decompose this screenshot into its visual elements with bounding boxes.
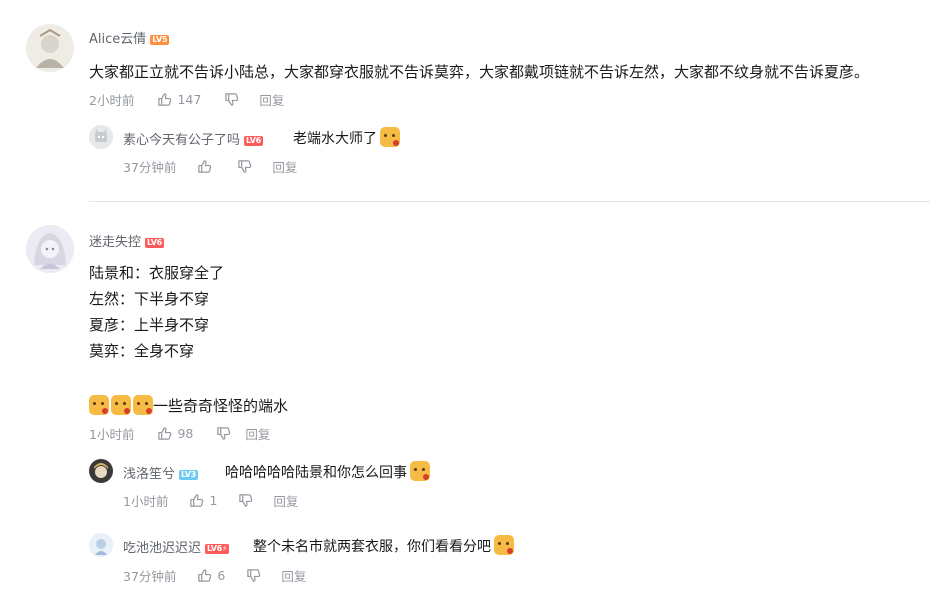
doge-emoji-icon [410, 461, 430, 481]
thumb-up-icon[interactable] [188, 493, 204, 509]
reply-actions: 37分钟前 回复 [123, 157, 297, 176]
comment-text: 大家都正立就不告诉小陆总，大家都穿衣服就不告诉莫弈，大家都戴项链就不告诉左然，大… [89, 63, 870, 81]
comment-actions: 2小时前 147 回复 [89, 90, 284, 109]
reply-button[interactable]: 回复 [272, 157, 297, 176]
doge-emoji-icon [133, 395, 153, 415]
reply-text-content: 老端水大师了 [293, 131, 377, 147]
reply-time: 37分钟前 [123, 160, 177, 175]
like-count: 147 [177, 92, 202, 107]
comment-username[interactable]: 迷走失控 LV6 [89, 231, 164, 250]
thumb-up-icon[interactable] [196, 159, 212, 175]
thumb-down-icon[interactable] [237, 493, 253, 509]
reply-username[interactable]: 素心今天有公子了吗 LV6 [123, 129, 263, 148]
comment-time: 2小时前 [89, 93, 135, 108]
thumb-down-icon[interactable] [245, 568, 261, 584]
avatar[interactable] [26, 225, 74, 273]
like-count: 1 [209, 493, 218, 508]
username-text[interactable]: 素心今天有公子了吗 [123, 133, 240, 148]
reply-text: 整个未名市就两套衣服，你们看看分吧 [253, 535, 514, 556]
doge-emoji-icon [111, 395, 131, 415]
like-count: 6 [217, 568, 226, 583]
thumb-down-icon[interactable] [215, 426, 231, 442]
reply-text: 老端水大师了 [293, 127, 400, 148]
reply-actions: 1小时前 1 回复 [123, 491, 298, 510]
username-text[interactable]: 浅洛笙兮 [123, 467, 175, 482]
comment-last-line-text: 一些奇奇怪怪的端水 [153, 397, 289, 415]
comment-line: 左然：下半身不穿 [89, 290, 210, 308]
comment-username[interactable]: Alice云倩 LV5 [89, 28, 170, 47]
avatar[interactable] [89, 459, 113, 483]
avatar[interactable] [89, 125, 113, 149]
doge-emoji-icon [380, 127, 400, 147]
doge-emoji-icon [494, 535, 514, 555]
level-badge: LV6 [145, 237, 164, 248]
reply-text-content: 整个未名市就两套衣服，你们看看分吧 [253, 539, 491, 555]
comment-line: 夏彦：上半身不穿 [89, 316, 210, 334]
username-text[interactable]: 迷走失控 [89, 235, 141, 250]
reply-time: 37分钟前 [123, 569, 177, 584]
username-text[interactable]: Alice云倩 [89, 32, 146, 47]
thumb-up-icon[interactable] [156, 426, 172, 442]
reply-text: 哈哈哈哈哈陆景和你怎么回事 [225, 461, 430, 482]
comment-line: 陆景和：衣服穿全了 [89, 264, 225, 282]
avatar[interactable] [26, 24, 74, 72]
reply-username[interactable]: 浅洛笙兮 LV3 [123, 463, 198, 482]
comment-actions: 1小时前 98 回复 [89, 424, 270, 443]
reply-actions: 37分钟前 6 回复 [123, 566, 306, 585]
comment-divider [89, 201, 930, 202]
comment-time: 1小时前 [89, 427, 135, 442]
thumb-up-icon[interactable] [156, 92, 172, 108]
reply-button[interactable]: 回复 [273, 491, 298, 510]
thumb-down-icon[interactable] [223, 92, 239, 108]
level-badge: LV5 [150, 34, 170, 45]
level-badge: LV6⚡ [205, 543, 230, 554]
thumb-up-icon[interactable] [196, 568, 212, 584]
thumb-down-icon[interactable] [236, 159, 252, 175]
reply-button[interactable]: 回复 [281, 566, 306, 585]
like-count: 98 [177, 426, 194, 441]
level-badge: LV6 [244, 135, 263, 146]
reply-button[interactable]: 回复 [245, 424, 270, 443]
username-text[interactable]: 吃池池迟迟迟 [123, 541, 201, 556]
reply-time: 1小时前 [123, 494, 169, 509]
reply-button[interactable]: 回复 [259, 90, 284, 109]
comment-line: 莫弈：全身不穿 [89, 342, 195, 360]
reply-text-content: 哈哈哈哈哈陆景和你怎么回事 [225, 465, 407, 481]
avatar[interactable] [89, 533, 113, 557]
comment-line: 一些奇奇怪怪的端水 [89, 395, 288, 416]
level-badge: LV3 [179, 469, 198, 480]
reply-username[interactable]: 吃池池迟迟迟 LV6⚡ [123, 537, 230, 556]
doge-emoji-icon [89, 395, 109, 415]
